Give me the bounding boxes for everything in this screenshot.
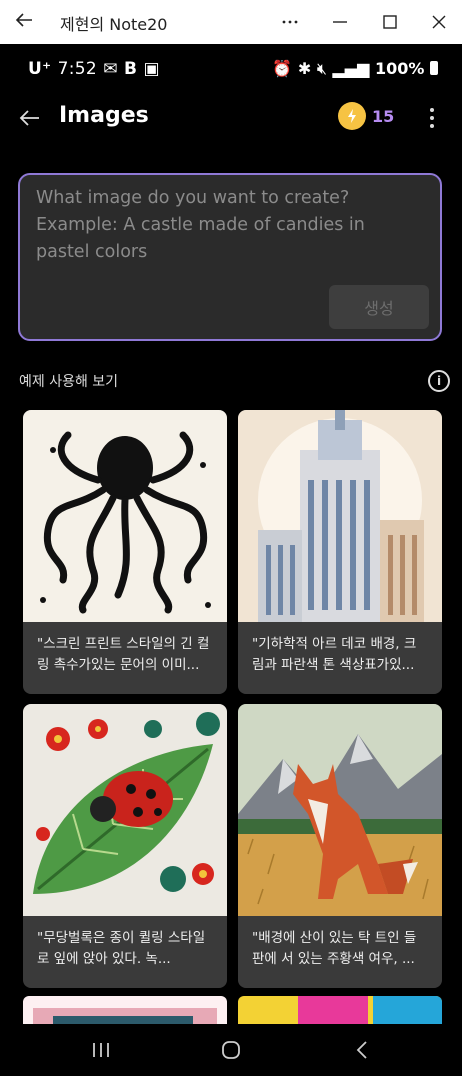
app-bar: Images 15	[0, 94, 462, 142]
carrier-label: U⁺	[28, 59, 52, 79]
battery-icon	[430, 61, 438, 75]
mail-icon: ✉	[103, 59, 118, 79]
window-title: 제현의 Note20	[60, 15, 168, 34]
credit-count: 15	[372, 107, 395, 126]
coin-icon[interactable]	[338, 102, 366, 130]
example-card-partial-left[interactable]	[23, 996, 227, 1026]
card-caption: "스크린 프린트 스타일의 긴 컬링 촉수가있는 문어의 이미...	[37, 636, 210, 673]
phone-screen: U⁺ 7:52 ✉ B ▣ ⏰ ✱ 🔇︎ ▂▄▆ 100% Images 15 …	[0, 44, 462, 1076]
prompt-placeholder: What image do you want to create? Exampl…	[36, 188, 365, 262]
window-maximize-icon[interactable]	[380, 12, 400, 32]
window-minimize-icon[interactable]	[330, 12, 350, 32]
fox-image	[238, 704, 442, 916]
bluetooth-icon: ✱	[297, 59, 312, 78]
examples-label: 예제 사용해 보기	[19, 374, 119, 390]
clock: 7:52	[57, 59, 97, 79]
recents-icon[interactable]	[91, 1040, 111, 1060]
example-card-art-deco[interactable]: "기하학적 아르 데코 배경, 크림과 파란색 톤 색상표가있...	[238, 410, 442, 694]
status-left: U⁺ 7:52 ✉ B ▣	[28, 59, 160, 79]
example-card-partial-right[interactable]	[238, 996, 442, 1026]
prompt-input[interactable]: What image do you want to create? Exampl…	[18, 173, 442, 341]
card-caption: "배경에 산이 있는 탁 트인 들판에 서 있는 주황색 여우, ...	[252, 930, 417, 967]
status-right: ⏰ ✱ 🔇︎ ▂▄▆ 100%	[272, 59, 438, 79]
example-card-fox[interactable]: "배경에 산이 있는 탁 트인 들판에 서 있는 주황색 여우, ...	[238, 704, 442, 988]
home-icon[interactable]	[221, 1040, 241, 1060]
octopus-image	[23, 410, 227, 622]
window-title-bar: 제현의 Note20	[0, 0, 462, 44]
mute-icon: 🔇︎	[316, 59, 327, 78]
battery-label: 100%	[374, 59, 425, 78]
signal-icon: ▂▄▆	[332, 59, 370, 78]
nav-back-icon[interactable]	[353, 1040, 373, 1060]
back-arrow-icon[interactable]	[18, 106, 42, 130]
info-icon[interactable]: i	[428, 370, 450, 392]
generate-button[interactable]: 생성	[329, 285, 429, 329]
system-nav-bar	[0, 1024, 462, 1076]
status-bar: U⁺ 7:52 ✉ B ▣ ⏰ ✱ 🔇︎ ▂▄▆ 100%	[0, 44, 462, 94]
card-caption: "기하학적 아르 데코 배경, 크림과 파란색 톤 색상표가있...	[252, 636, 417, 673]
notification-icon: ▣	[143, 59, 160, 79]
art-deco-image	[238, 410, 442, 622]
alarm-icon: ⏰	[272, 59, 293, 78]
window-back-icon[interactable]	[14, 10, 34, 30]
window-more-icon[interactable]	[280, 12, 300, 32]
example-card-ladybug[interactable]: "무당벌록은 종이 퀼링 스타일로 잎에 앉아 있다. 녹...	[23, 704, 227, 988]
ladybug-image	[23, 704, 227, 916]
window-close-icon[interactable]	[429, 12, 449, 32]
page-title: Images	[59, 103, 149, 128]
partial-image-right	[298, 996, 368, 1026]
b-app-icon: B	[123, 59, 138, 79]
example-card-octopus[interactable]: "스크린 프린트 스타일의 긴 컬링 촉수가있는 문어의 이미...	[23, 410, 227, 694]
more-vert-icon[interactable]	[424, 104, 440, 132]
partial-image-right-2	[373, 996, 442, 1026]
card-caption: "무당벌록은 종이 퀼링 스타일로 잎에 앉아 있다. 녹...	[37, 930, 206, 967]
